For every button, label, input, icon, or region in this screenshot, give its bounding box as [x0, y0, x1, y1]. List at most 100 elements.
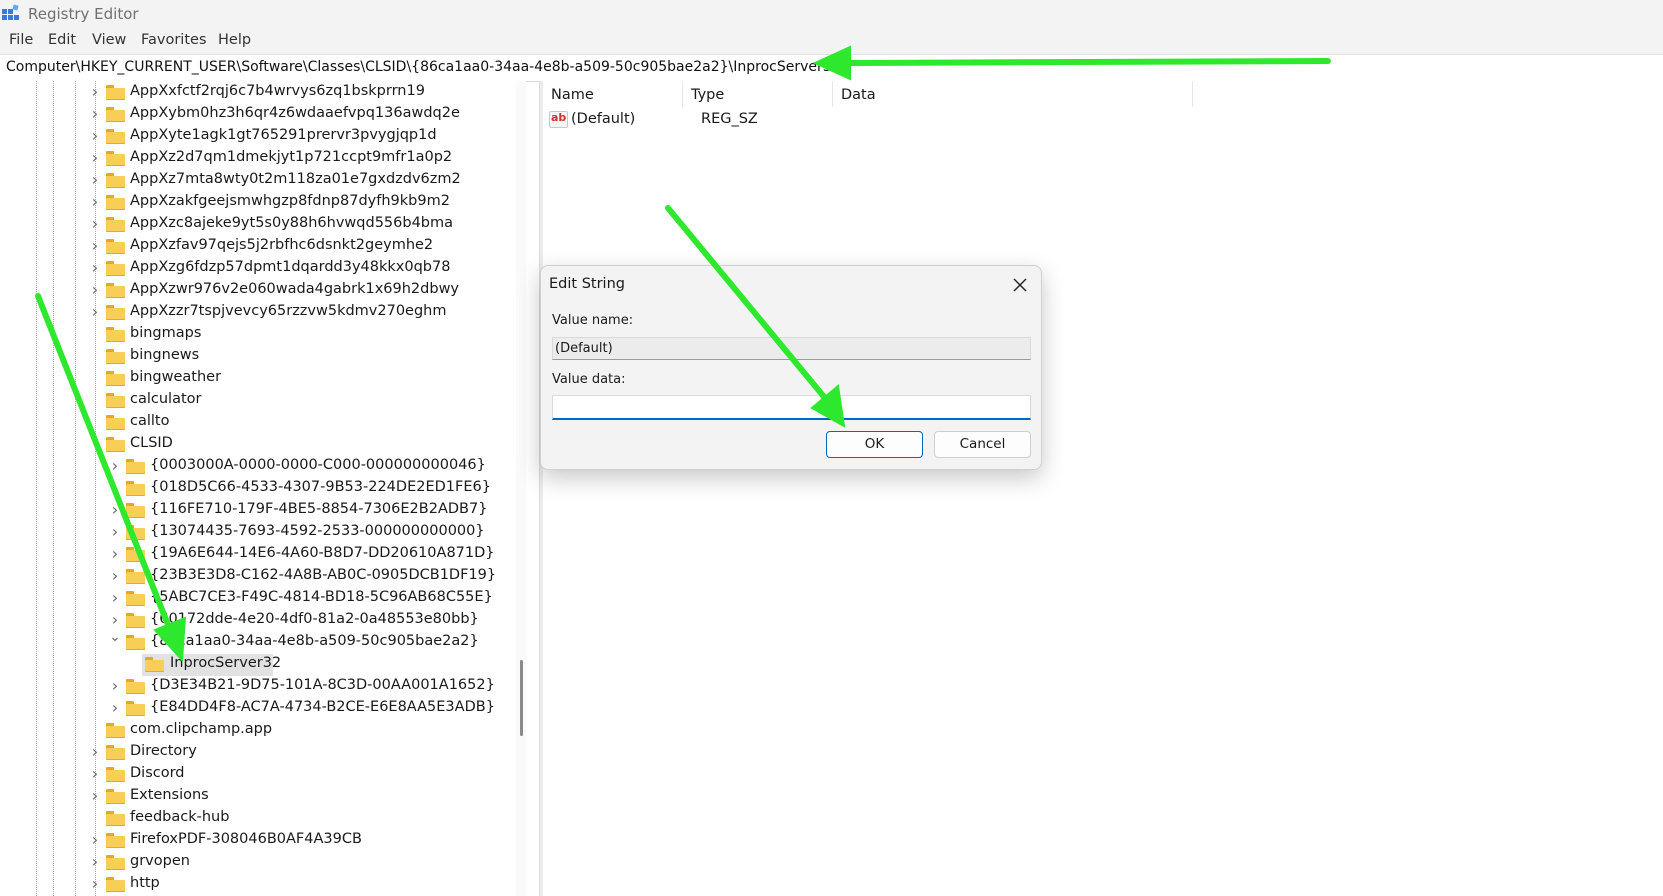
tree-item[interactable]: callto	[0, 412, 516, 434]
tree-item[interactable]: › AppXzzr7tspjvevcy65rzzvw5kdmv270eghm	[0, 302, 516, 324]
chevron-right-icon[interactable]: ›	[89, 876, 101, 892]
tree-item[interactable]: feedback-hub	[0, 808, 516, 830]
tree-item[interactable]: › {13074435-7693-4592-2533-000000000000}	[0, 522, 516, 544]
chevron-right-icon[interactable]: ›	[109, 678, 121, 694]
chevron-right-icon[interactable]: ›	[89, 832, 101, 848]
tree-item[interactable]: bingweather	[0, 368, 516, 390]
cancel-button[interactable]: Cancel	[934, 431, 1031, 458]
tree-item[interactable]: › AppXzfav97qejs5j2rbfhc6dsnkt2geymhe2	[0, 236, 516, 258]
chevron-right-icon[interactable]: ›	[89, 84, 101, 100]
chevron-right-icon[interactable]: ›	[89, 238, 101, 254]
tree-item[interactable]: › {60172dde-4e20-4df0-81a2-0a48553e80bb}	[0, 610, 516, 632]
menu-help[interactable]: Help	[218, 32, 251, 48]
tree-item-label: feedback-hub	[130, 809, 230, 825]
menu-view[interactable]: View	[92, 32, 126, 48]
tree-item[interactable]: › {E84DD4F8-AC7A-4734-B2CE-E6E8AA5E3ADB}	[0, 698, 516, 720]
chevron-right-icon[interactable]: ›	[89, 282, 101, 298]
tree-item[interactable]: › AppXzg6fdzp57dpmt1dqardd3y48kkx0qb78	[0, 258, 516, 280]
chevron-right-icon[interactable]: ›	[109, 568, 121, 584]
tree-item[interactable]: bingnews	[0, 346, 516, 368]
column-header-type[interactable]: Type	[683, 81, 833, 107]
chevron-right-icon[interactable]: ›	[109, 480, 121, 496]
tree-item[interactable]: bingmaps	[0, 324, 516, 346]
tree-item[interactable]: › Discord	[0, 764, 516, 786]
value-data-input[interactable]	[552, 395, 1031, 420]
tree-item-label: AppXzzr7tspjvevcy65rzzvw5kdmv270eghm	[130, 303, 447, 319]
menu-file[interactable]: File	[9, 32, 33, 48]
chevron-right-icon[interactable]: ›	[109, 700, 121, 716]
values-pane[interactable]: Name Type Data ab (Default) REG_SZ	[543, 81, 1663, 896]
chevron-right-icon[interactable]: ›	[89, 106, 101, 122]
chevron-right-icon[interactable]: ›	[89, 788, 101, 804]
tree-item-label: grvopen	[130, 853, 190, 869]
tree-item[interactable]: › AppXzakfgeejsmwhgzp8fdnp87dyfh9kb9m2	[0, 192, 516, 214]
tree-item-label: com.clipchamp.app	[130, 721, 273, 737]
tree-item[interactable]: › AppXyte1agk1gt765291prervr3pvygjqp1d	[0, 126, 516, 148]
chevron-down-icon[interactable]: ⌄	[89, 432, 101, 446]
folder-icon	[126, 459, 145, 474]
tree-item[interactable]: ⌄ {86ca1aa0-34aa-4e8b-a509-50c905bae2a2}	[0, 630, 516, 654]
tree-item[interactable]: › {116FE710-179F-4BE5-8854-7306E2B2ADB7}	[0, 500, 516, 522]
tree-item[interactable]: calculator	[0, 390, 516, 412]
chevron-right-icon[interactable]: ›	[109, 546, 121, 562]
chevron-right-icon[interactable]: ›	[89, 128, 101, 144]
close-icon[interactable]	[1011, 276, 1029, 294]
tree-item[interactable]: › AppXz2d7qm1dmekjyt1p721ccpt9mfr1a0p2	[0, 148, 516, 170]
folder-icon	[106, 327, 125, 342]
tree-item[interactable]: › AppXzwr976v2e060wada4gabrk1x69h2dbwy	[0, 280, 516, 302]
key-tree[interactable]: › AppXxfctf2rqj6c7b4wrvys6zq1bskprrn19 › Ap…	[0, 81, 516, 896]
chevron-right-icon[interactable]: ›	[89, 150, 101, 166]
folder-icon	[106, 723, 125, 738]
column-header-data[interactable]: Data	[833, 81, 1193, 107]
ok-button[interactable]: OK	[826, 431, 923, 458]
tree-item[interactable]: › FirefoxPDF-308046B0AF4A39CB	[0, 830, 516, 852]
tree-item[interactable]: › {19A6E644-14E6-4A60-B8D7-DD20610A871D}	[0, 544, 516, 566]
tree-scrollbar-track[interactable]	[516, 81, 526, 896]
tree-item[interactable]: › AppXybm0hz3h6qr4z6wdaaefvpq136awdq2e	[0, 104, 516, 126]
folder-icon	[106, 415, 125, 430]
folder-icon	[106, 195, 125, 210]
chevron-right-icon[interactable]: ›	[89, 216, 101, 232]
tree-scrollbar-thumb[interactable]	[520, 660, 523, 736]
tree-item[interactable]: › {018D5C66-4533-4307-9B53-224DE2ED1FE6}	[0, 478, 516, 500]
chevron-right-icon[interactable]: ›	[89, 260, 101, 276]
folder-icon	[106, 393, 125, 408]
tree-item[interactable]: › {0003000A-0000-0000-C000-000000000046}	[0, 456, 516, 478]
chevron-right-icon[interactable]: ›	[89, 194, 101, 210]
menu-favorites[interactable]: Favorites	[141, 32, 207, 48]
tree-item[interactable]: InprocServer32	[0, 654, 516, 676]
folder-icon	[106, 877, 125, 892]
menu-edit[interactable]: Edit	[48, 32, 76, 48]
value-row-name[interactable]: (Default)	[571, 111, 635, 127]
chevron-right-icon[interactable]: ›	[89, 766, 101, 782]
tree-item[interactable]: › Extensions	[0, 786, 516, 808]
chevron-right-icon[interactable]: ›	[89, 172, 101, 188]
chevron-right-icon[interactable]: ›	[109, 612, 121, 628]
tree-item[interactable]: › grvopen	[0, 852, 516, 874]
tree-item-label: bingweather	[130, 369, 222, 385]
tree-item[interactable]: › {23B3E3D8-C162-4A8B-AB0C-0905DCB1DF19}	[0, 566, 516, 588]
chevron-right-icon[interactable]: ›	[109, 590, 121, 606]
folder-icon	[126, 547, 145, 562]
tree-item[interactable]: › Directory	[0, 742, 516, 764]
chevron-down-icon[interactable]: ⌄	[109, 630, 121, 644]
tree-item-label: {116FE710-179F-4BE5-8854-7306E2B2ADB7}	[150, 501, 488, 517]
tree-item[interactable]: com.clipchamp.app	[0, 720, 516, 742]
tree-item[interactable]: › http	[0, 874, 516, 896]
chevron-right-icon[interactable]: ›	[89, 304, 101, 320]
tree-item[interactable]: ⌄ CLSID	[0, 432, 516, 456]
chevron-right-icon[interactable]: ›	[89, 744, 101, 760]
chevron-right-icon[interactable]: ›	[89, 854, 101, 870]
tree-item[interactable]: › AppXxfctf2rqj6c7b4wrvys6zq1bskprrn19	[0, 82, 516, 104]
tree-item[interactable]: › AppXzc8ajeke9yt5s0y88h6hvwqd556b4bma	[0, 214, 516, 236]
folder-icon	[106, 855, 125, 870]
tree-item[interactable]: › {D3E34B21-9D75-101A-8C3D-00AA001A1652}	[0, 676, 516, 698]
tree-item[interactable]: › {5ABC7CE3-F49C-4814-BD18-5C96AB68C55E}	[0, 588, 516, 610]
column-header-name[interactable]: Name	[543, 81, 683, 107]
chevron-right-icon[interactable]: ›	[109, 458, 121, 474]
address-bar[interactable]: Computer\HKEY_CURRENT_USER\Software\Clas…	[0, 54, 1663, 82]
chevron-right-icon[interactable]: ›	[109, 524, 121, 540]
tree-item[interactable]: › AppXz7mta8wty0t2m118za01e7gxdzdv6zm2	[0, 170, 516, 192]
chevron-right-icon[interactable]: ›	[109, 502, 121, 518]
tree-item-label: callto	[130, 413, 170, 429]
